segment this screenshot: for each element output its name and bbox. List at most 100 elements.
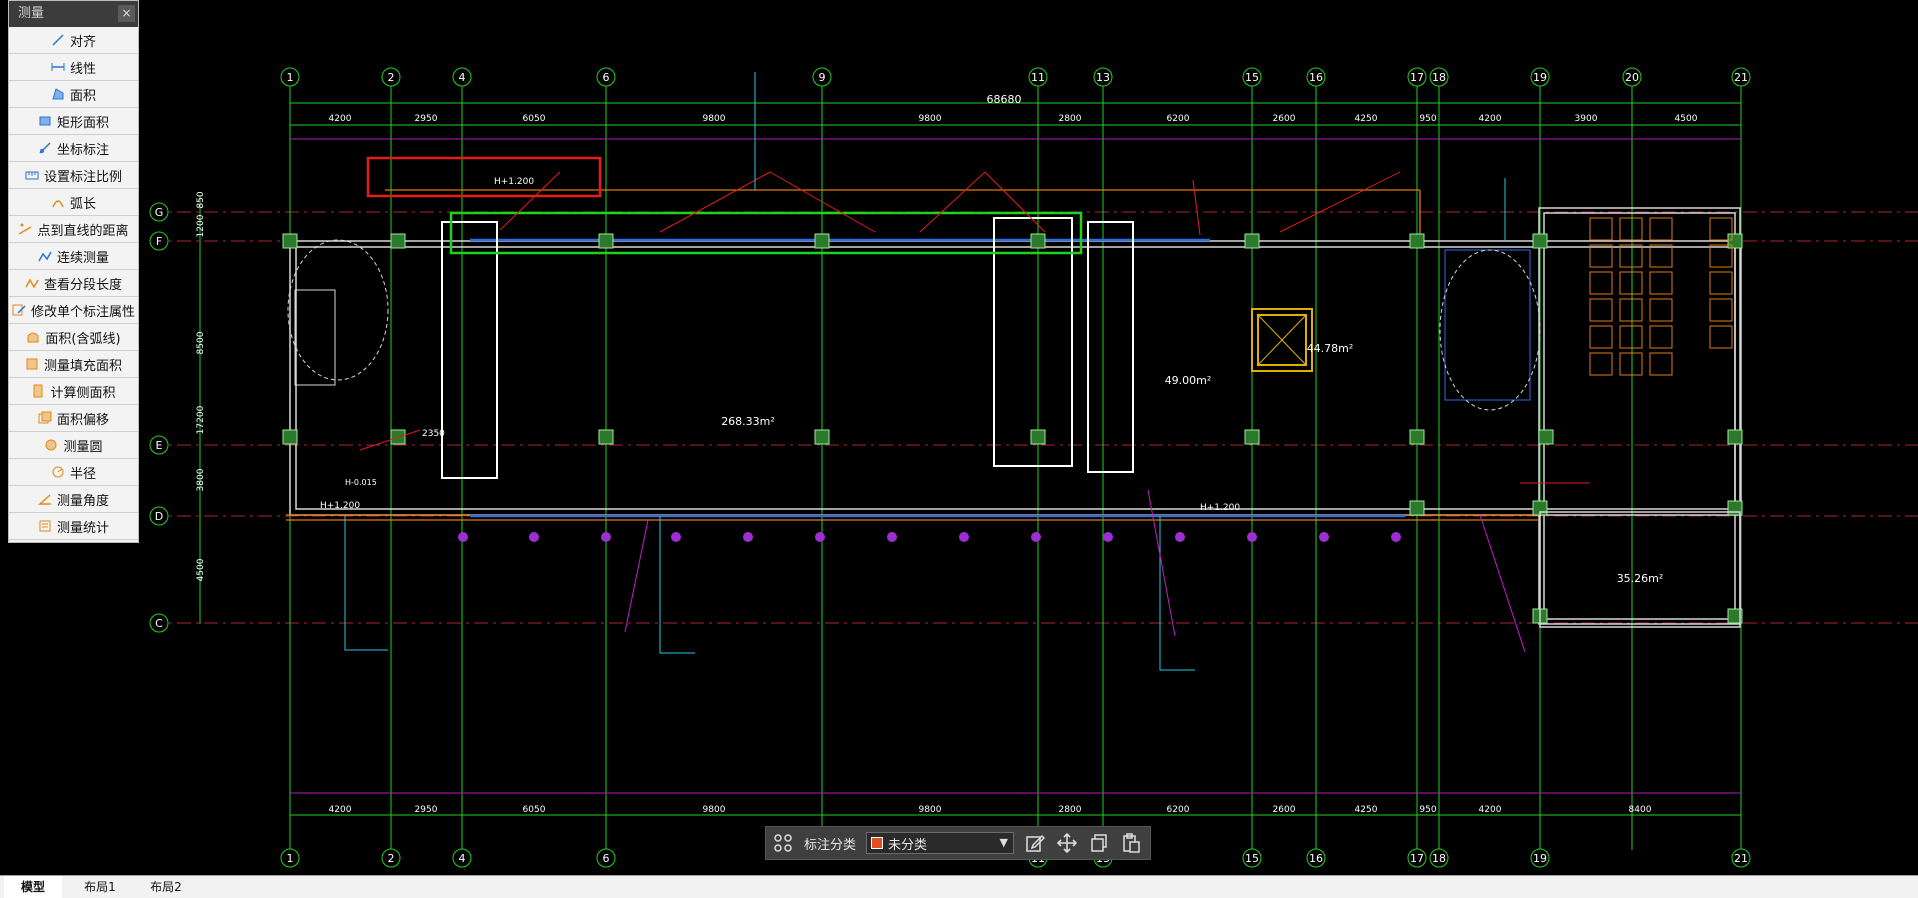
tab-layout-2[interactable]: 布局2 (136, 876, 196, 898)
measure-tool-point-to-line[interactable]: 点到直线的距离 (9, 216, 138, 243)
measure-tool-label: 测量填充面积 (43, 358, 122, 374)
measure-tool-label: 修改单个标注属性 (30, 304, 135, 320)
measure-tool-coordinate[interactable]: 坐标标注 (9, 135, 138, 162)
radius-icon (51, 465, 65, 479)
level-mark-3: H+1.200 (1200, 503, 1240, 513)
measure-tool-align-dimension[interactable]: 对齐 (9, 27, 138, 54)
axis-bubble-bottom: 19 (1530, 848, 1550, 868)
measure-tool-linear-dimension[interactable]: 线性 (9, 54, 138, 81)
measure-tool-area[interactable]: 面积 (9, 81, 138, 108)
copy-icon[interactable] (1088, 832, 1110, 854)
axis-bubble-top-label: 11 (1031, 71, 1045, 84)
measure-tool-continuous-measure[interactable]: 连续测量 (9, 243, 138, 270)
axis-bubble-top-label: 4 (459, 71, 466, 84)
total-dimension: 68680 (987, 93, 1022, 106)
measure-tool-area-offset[interactable]: 面积偏移 (9, 405, 138, 432)
axis-bubble-top-label: 21 (1734, 71, 1748, 84)
axis-bubble-bottom: 18 (1429, 848, 1449, 868)
axis-bubble-left-label: D (155, 510, 163, 523)
room-area-main: 268.33m² (721, 415, 775, 428)
axis-bubble-bottom-label: 2 (388, 852, 395, 865)
measure-tool-arc-area[interactable]: 面积(含弧线) (9, 324, 138, 351)
axis-bubble-left: E (149, 435, 169, 455)
measure-tool-radius[interactable]: 半径 (9, 459, 138, 486)
angle-icon (38, 492, 52, 506)
measure-tool-fill-area[interactable]: 测量填充面积 (9, 351, 138, 378)
dimension-text-left: 4500 (196, 558, 206, 581)
chevron-down-icon: ▼ (999, 836, 1009, 849)
axis-bubble-top-label: 16 (1309, 71, 1323, 84)
axis-bubble-left-label: E (156, 439, 163, 452)
measure-panel-title: 测量 (18, 6, 45, 21)
dimension-text-bottom: 4200 (329, 805, 352, 815)
axis-bubble-top: 21 (1731, 67, 1751, 87)
measure-tool-label: 坐标标注 (56, 142, 109, 158)
dimension-text-bottom: 2950 (415, 805, 438, 815)
dimension-text-left: 17200 (196, 405, 206, 434)
area-icon (51, 87, 65, 101)
dimension-text-top: 9800 (919, 114, 942, 124)
linear-dimension-icon (51, 60, 65, 74)
axis-bubble-bottom-label: 6 (603, 852, 610, 865)
dimension-text-bottom: 2600 (1273, 805, 1296, 815)
axis-bubble-top-label: 2 (388, 71, 395, 84)
dimension-text-bottom: 950 (1419, 805, 1436, 815)
annotation-toolbar: 标注分类 未分类 ▼ (765, 826, 1151, 860)
measure-tool-side-area[interactable]: 计算侧面积 (9, 378, 138, 405)
align-dimension-icon (51, 33, 65, 47)
segment-length-icon (25, 276, 39, 290)
axis-bubble-bottom: 2 (381, 848, 401, 868)
measure-tool-label: 面积偏移 (56, 412, 109, 428)
axis-bubble-top: 2 (381, 67, 401, 87)
measure-tool-edit-annotation[interactable]: 修改单个标注属性 (9, 297, 138, 324)
measure-tool-label: 设置标注比例 (43, 169, 122, 185)
measure-tool-label: 测量统计 (56, 520, 109, 536)
dimension-text-bottom: 6050 (523, 805, 546, 815)
grid-layout-icon[interactable] (772, 832, 794, 854)
measure-tool-angle[interactable]: 测量角度 (9, 486, 138, 513)
measure-tool-scale-ratio[interactable]: 设置标注比例 (9, 162, 138, 189)
measure-tool-label: 半径 (69, 466, 96, 482)
axis-bubble-bottom: 1 (280, 848, 300, 868)
measure-tool-segment-length[interactable]: 查看分段长度 (9, 270, 138, 297)
axis-bubble-bottom-label: 4 (459, 852, 466, 865)
axis-bubble-left: D (149, 506, 169, 526)
scale-ratio-icon (25, 168, 39, 182)
move-icon[interactable] (1056, 832, 1078, 854)
tab-layout-1[interactable]: 布局1 (70, 876, 130, 898)
axis-bubble-bottom-label: 21 (1734, 852, 1748, 865)
dimension-text-top: 2950 (415, 114, 438, 124)
category-selected-value: 未分类 (888, 837, 928, 853)
paste-icon[interactable] (1120, 832, 1142, 854)
close-icon[interactable]: × (118, 5, 135, 22)
edit-icon[interactable] (1024, 832, 1046, 854)
dimension-text-left: 3800 (196, 468, 206, 491)
arc-area-icon (26, 330, 40, 344)
room-area-lower-right: 35.26m² (1617, 572, 1664, 585)
axis-bubble-top: 9 (812, 67, 832, 87)
category-select[interactable]: 未分类 ▼ (866, 832, 1015, 854)
dimension-text-top: 9800 (703, 114, 726, 124)
dimension-text-top: 4200 (329, 114, 352, 124)
measure-tool-label: 弧长 (69, 196, 96, 212)
measure-tool-arc-length[interactable]: 弧长 (9, 189, 138, 216)
axis-bubble-left: C (149, 613, 169, 633)
measure-circle-icon (44, 438, 58, 452)
statistics-icon (38, 519, 52, 533)
dimension-text-top: 4500 (1675, 114, 1698, 124)
cad-drawing-canvas[interactable]: 1246911131516171819202112461113151617181… (0, 0, 1918, 875)
tab-model[interactable]: 模型 (4, 876, 62, 898)
dimension-text-top: 6050 (523, 114, 546, 124)
measure-panel-header[interactable]: 测量 × (9, 1, 138, 27)
axis-bubble-left-label: C (155, 617, 163, 630)
axis-bubble-bottom-label: 18 (1432, 852, 1446, 865)
axis-bubble-top: 19 (1530, 67, 1550, 87)
axis-bubble-top: 17 (1407, 67, 1427, 87)
axis-bubble-top: 4 (452, 67, 472, 87)
axis-bubble-top-label: 19 (1533, 71, 1547, 84)
measure-tool-measure-circle[interactable]: 测量圆 (9, 432, 138, 459)
dimension-text-top: 3900 (1575, 114, 1598, 124)
measure-tool-statistics[interactable]: 测量统计 (9, 513, 138, 540)
measure-tool-rectangle-area[interactable]: 矩形面积 (9, 108, 138, 135)
measure-tool-list: 对齐 线性 面积 矩形面积坐标标注设置标注比例 弧长点到直线的距离 连续测量 查看分段长度修… (9, 27, 138, 540)
